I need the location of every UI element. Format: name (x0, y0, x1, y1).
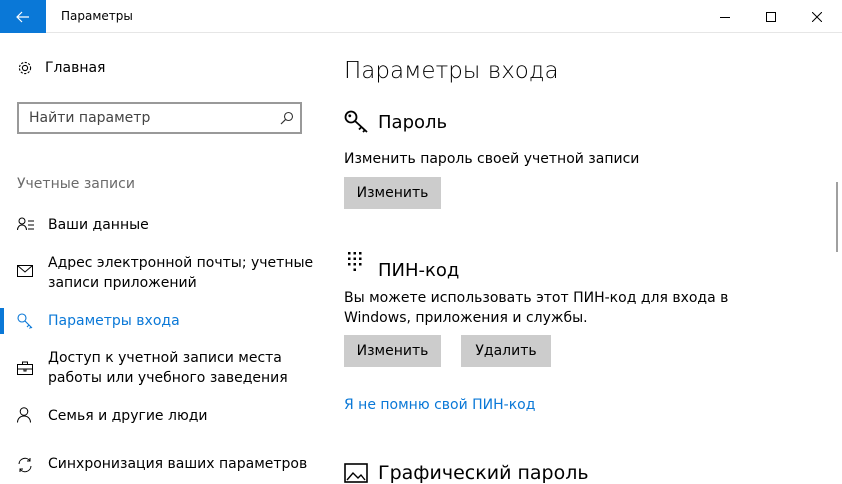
maximize-button[interactable] (748, 0, 794, 33)
window-title: Параметры (61, 9, 133, 23)
gear-icon (18, 61, 32, 75)
search-icon[interactable] (280, 111, 294, 125)
pin-title: ПИН-код (378, 260, 460, 281)
scrollbar-thumb[interactable] (836, 182, 838, 252)
briefcase-icon (17, 361, 33, 375)
page-title: Параметры входа (344, 58, 559, 84)
sidebar-item-your-info[interactable]: Ваши данные (0, 214, 330, 236)
sidebar-item-sign-in-options[interactable]: Параметры входа (0, 308, 330, 334)
home-item[interactable]: Главная (17, 60, 105, 76)
sidebar-item-label: Семья и другие люди (48, 408, 208, 424)
remove-pin-button[interactable]: Удалить (461, 335, 551, 367)
maximize-icon (766, 11, 776, 22)
person-icon (17, 407, 31, 423)
close-button[interactable] (794, 0, 840, 33)
sync-icon (18, 457, 32, 473)
forgot-pin-link[interactable]: Я не помню свой ПИН-код (344, 397, 535, 413)
home-label: Главная (45, 60, 106, 76)
title-bar: Параметры (0, 0, 842, 33)
envelope-icon (17, 265, 33, 277)
change-password-button[interactable]: Изменить (344, 177, 441, 209)
sidebar-item-label: Синхронизация ваших параметров (48, 456, 308, 472)
keypad-icon (348, 252, 362, 271)
picture-icon (344, 463, 368, 483)
change-pin-button[interactable]: Изменить (344, 335, 441, 367)
key-icon (344, 110, 368, 133)
close-icon (812, 11, 822, 22)
password-description: Изменить пароль своей учетной записи (344, 151, 640, 167)
picture-password-title: Графический пароль (378, 462, 589, 484)
search-input[interactable]: Найти параметр (17, 102, 302, 134)
search-placeholder: Найти параметр (29, 110, 151, 126)
arrow-left-icon (16, 11, 29, 22)
minimize-icon (720, 16, 730, 18)
sidebar-item-label: Доступ к учетной записи места работы или… (48, 350, 288, 386)
password-title: Пароль (378, 112, 448, 133)
sidebar-item-sync[interactable]: Синхронизация ваших параметров (0, 453, 330, 475)
minimize-button[interactable] (702, 0, 748, 33)
sidebar-item-label: Параметры входа (48, 313, 180, 329)
person-list-icon (17, 217, 34, 231)
section-header: Учетные записи (17, 176, 135, 192)
key-icon (17, 313, 33, 329)
sidebar-item-work-access[interactable]: Доступ к учетной записи места работы или… (0, 348, 330, 390)
sidebar-item-email-accounts[interactable]: Адрес электронной почты; учетные записи … (0, 253, 330, 295)
selection-indicator (0, 308, 4, 334)
back-button[interactable] (0, 0, 46, 33)
sidebar-item-label: Ваши данные (48, 217, 149, 233)
sidebar-item-label: Адрес электронной почты; учетные записи … (48, 255, 314, 291)
sidebar-item-family[interactable]: Семья и другие люди (0, 405, 330, 427)
pin-description: Вы можете использовать этот ПИН-код для … (344, 290, 729, 326)
